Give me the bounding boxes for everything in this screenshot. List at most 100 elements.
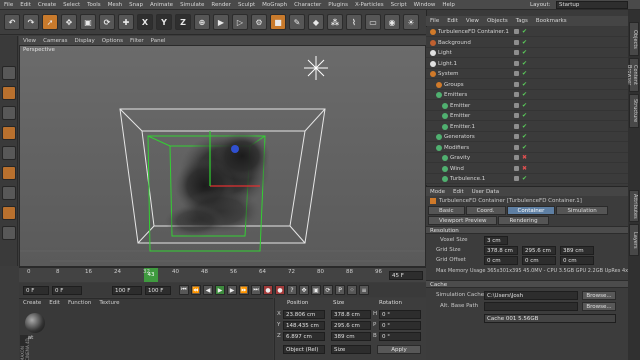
z-axis-button[interactable]: Z — [175, 14, 191, 30]
enabled-check-icon[interactable]: ✔ — [522, 111, 527, 121]
visibility-dot-icon[interactable] — [514, 155, 519, 160]
menu-select[interactable]: Select — [63, 2, 80, 8]
timeline-ruler[interactable]: 43 45 F 0 8 16 24 32 40 48 56 64 72 80 88 96 — [19, 267, 426, 282]
material-menu-create[interactable]: Create — [23, 300, 41, 306]
edges-mode-icon[interactable] — [2, 146, 16, 160]
min-frame-field[interactable]: 0 F — [52, 285, 82, 295]
browse-cache-button[interactable]: Browse... — [582, 291, 616, 300]
grid-offset-y-field[interactable]: 0 cm — [522, 256, 556, 265]
material-menu-edit[interactable]: Edit — [49, 300, 60, 306]
tab-container[interactable]: Container — [506, 206, 556, 215]
tab-coord-[interactable]: Coord. — [465, 206, 506, 215]
object-row[interactable]: Background ✔ — [426, 38, 628, 48]
visibility-dot-icon[interactable] — [514, 134, 519, 139]
position-field[interactable]: 23.806 cm — [283, 310, 325, 319]
visibility-dot-icon[interactable] — [514, 113, 519, 118]
object-row[interactable]: Light.1 ✔ — [426, 59, 628, 69]
grid-size-z-field[interactable]: 389 cm — [560, 246, 594, 255]
enabled-check-icon[interactable]: ✔ — [522, 132, 527, 142]
object-row[interactable]: Emitters ✔ — [426, 90, 628, 100]
max-frame-field[interactable]: 100 F — [112, 285, 142, 295]
grid-size-x-field[interactable]: 378.8 cm — [484, 246, 518, 255]
object-row[interactable]: Gravity ✖ — [426, 153, 628, 163]
autokey-icon[interactable]: ● — [275, 285, 285, 295]
enabled-check-icon[interactable]: ✔ — [522, 143, 527, 153]
scale-icon[interactable]: ▣ — [80, 14, 96, 30]
enabled-check-icon[interactable]: ✔ — [522, 80, 527, 90]
attribute-menu-mode[interactable]: Mode — [430, 189, 445, 195]
side-tab-objects[interactable]: Objects — [629, 22, 639, 56]
size-field[interactable]: 295.6 cm — [331, 321, 371, 330]
move-key-icon[interactable]: ✥ — [299, 285, 309, 295]
menu-script[interactable]: Script — [391, 2, 407, 8]
objects-menu-view[interactable]: View — [466, 18, 479, 24]
objects-menu-file[interactable]: File — [430, 18, 439, 24]
undo-icon[interactable]: ↶ — [4, 14, 20, 30]
viewport-menu-panel[interactable]: Panel — [151, 38, 166, 44]
prev-key-icon[interactable]: ⏪ — [191, 285, 201, 295]
grid-offset-x-field[interactable]: 0 cm — [484, 256, 518, 265]
visibility-dot-icon[interactable] — [514, 81, 519, 87]
menu-character[interactable]: Character — [294, 2, 321, 8]
points-mode-icon[interactable] — [2, 126, 16, 140]
side-tab-structure[interactable]: Structure — [629, 94, 639, 128]
pen-icon[interactable]: ✎ — [289, 14, 305, 30]
model-mode-icon[interactable] — [2, 86, 16, 100]
visibility-dot-icon[interactable] — [514, 165, 519, 171]
move-icon[interactable]: ✥ — [61, 14, 77, 30]
goto-start-icon[interactable]: ⏮ — [179, 285, 189, 295]
size-mode-dropdown[interactable]: Size — [331, 345, 371, 354]
rotation-field[interactable]: 0 ° — [379, 332, 421, 341]
axis-mode-icon[interactable] — [2, 186, 16, 200]
redo-icon[interactable]: ↷ — [23, 14, 39, 30]
viewport-menu-display[interactable]: Display — [75, 38, 95, 44]
menu-animate[interactable]: Animate — [150, 2, 173, 8]
enabled-check-icon[interactable]: ✔ — [522, 38, 527, 48]
apply-button[interactable]: Apply — [377, 345, 421, 354]
tab-simulation[interactable]: Simulation — [556, 206, 608, 215]
render-picture-viewer-icon[interactable]: ▷ — [232, 14, 248, 30]
browse-alt-button[interactable]: Browse... — [582, 302, 616, 311]
object-row[interactable]: Light ✔ — [426, 48, 628, 58]
object-row[interactable]: Emitter ✔ — [426, 111, 628, 121]
attribute-menu-edit[interactable]: Edit — [453, 189, 464, 195]
menu-x-particles[interactable]: X-Particles — [355, 2, 384, 8]
make-editable-icon[interactable] — [2, 66, 16, 80]
next-frame-icon[interactable]: ▶ — [227, 285, 237, 295]
rotation-field[interactable]: 0 ° — [379, 310, 421, 319]
menu-window[interactable]: Window — [414, 2, 436, 8]
menu-mesh[interactable]: Mesh — [108, 2, 122, 8]
play-icon[interactable]: ▶ — [215, 285, 225, 295]
enabled-check-icon[interactable]: ✔ — [522, 69, 527, 79]
visibility-dot-icon[interactable] — [514, 39, 519, 45]
menu-simulate[interactable]: Simulate — [180, 2, 204, 8]
menu-file[interactable]: File — [4, 2, 13, 8]
object-row[interactable]: Groups ✔ — [426, 80, 628, 90]
grid-offset-z-field[interactable]: 0 cm — [560, 256, 594, 265]
enabled-check-icon[interactable]: ✔ — [522, 174, 527, 184]
menu-edit[interactable]: Edit — [20, 2, 31, 8]
perspective-viewport[interactable]: Perspective — [19, 45, 426, 267]
coord-mode-dropdown[interactable]: Object (Rel) — [283, 345, 325, 354]
material-menu-texture[interactable]: Texture — [99, 300, 119, 306]
enabled-check-icon[interactable]: ✔ — [522, 48, 527, 58]
material-ball-icon[interactable] — [25, 313, 45, 333]
enabled-check-icon[interactable]: ✔ — [522, 27, 527, 37]
simulation-cache-field[interactable]: C:\Users\Josh Johnson\Turbulence — [484, 291, 578, 300]
cube-icon[interactable]: ■ — [270, 14, 286, 30]
menu-help[interactable]: Help — [442, 2, 455, 8]
next-key-icon[interactable]: ⏩ — [239, 285, 249, 295]
menu-tools[interactable]: Tools — [87, 2, 101, 8]
objects-menu-edit[interactable]: Edit — [447, 18, 458, 24]
enabled-check-icon[interactable]: ✔ — [522, 101, 527, 111]
frame-end-field[interactable]: 45 F — [389, 271, 423, 280]
resolution-section-header[interactable]: Resolution — [426, 226, 628, 234]
material-menu-function[interactable]: Function — [68, 300, 91, 306]
menu-mograph[interactable]: MoGraph — [262, 2, 287, 8]
viewport-menu-cameras[interactable]: Cameras — [43, 38, 67, 44]
record-icon[interactable]: ● — [263, 285, 273, 295]
render-view-icon[interactable]: ▶ — [213, 14, 229, 30]
object-row[interactable]: Emitter ✔ — [426, 101, 628, 111]
objects-menu-objects[interactable]: Objects — [487, 18, 508, 24]
side-tab-content-browser[interactable]: Content Browser — [626, 58, 639, 92]
